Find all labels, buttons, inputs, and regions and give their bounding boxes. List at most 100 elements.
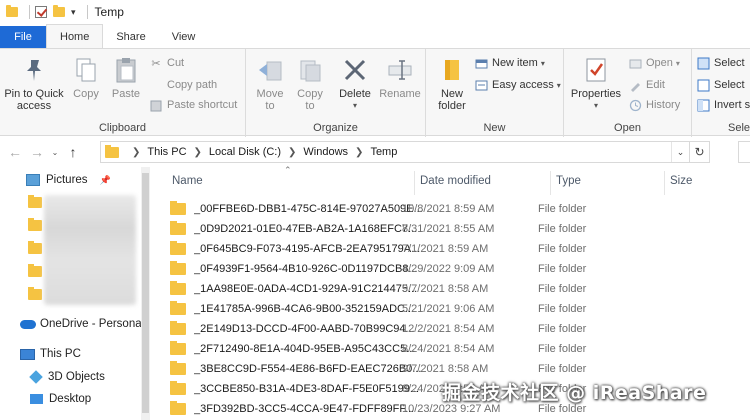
nav-item-3d-objects[interactable]: 3D Objects bbox=[29, 367, 105, 387]
chevron-right-icon[interactable]: ❯ bbox=[194, 147, 202, 158]
nav-item-folder[interactable] bbox=[28, 238, 42, 258]
column-header-type[interactable]: Type bbox=[556, 171, 581, 191]
copy-to-icon bbox=[295, 55, 325, 85]
back-arrow-icon[interactable]: ← bbox=[4, 144, 26, 160]
forward-arrow-icon[interactable]: → bbox=[26, 144, 48, 160]
nav-pictures-label: Pictures bbox=[46, 174, 88, 186]
new-folder-button[interactable]: New folder bbox=[434, 55, 470, 112]
file-row[interactable]: _3BE8CC9D-F554-4E86-B6FD-EAEC726B0... 9/… bbox=[170, 359, 730, 379]
scissors-icon: ✂ bbox=[151, 57, 161, 70]
nav-item-folder[interactable] bbox=[28, 284, 42, 304]
file-row[interactable]: _0F645BC9-F073-4195-AFCB-2EA795179A... 7… bbox=[170, 239, 730, 259]
nav-item-folder[interactable] bbox=[28, 192, 42, 212]
file-row[interactable]: _1AA98E0E-0ADA-4CD1-929A-91C214475... 9/… bbox=[170, 279, 730, 299]
customize-quick-access-dropdown[interactable]: ▾ bbox=[71, 7, 76, 18]
nav-item-this-pc[interactable]: This PC bbox=[20, 344, 81, 364]
chevron-right-icon[interactable]: ❯ bbox=[288, 147, 296, 158]
search-box[interactable] bbox=[738, 141, 750, 163]
breadcrumb-local-disk[interactable]: Local Disk (C:) bbox=[209, 146, 281, 158]
folder-icon bbox=[170, 321, 186, 335]
file-date: 5/21/2021 9:06 AM bbox=[402, 303, 495, 315]
paste-shortcut-button[interactable]: Paste shortcut bbox=[149, 96, 237, 114]
file-date: 7/1/2021 8:59 AM bbox=[402, 243, 489, 255]
nav-pane-scrollbar-thumb[interactable] bbox=[142, 173, 149, 413]
refresh-icon[interactable]: ↻ bbox=[689, 142, 709, 162]
breadcrumb-this-pc[interactable]: This PC bbox=[147, 146, 186, 158]
nav-item-desktop[interactable]: Desktop bbox=[30, 389, 91, 409]
chevron-right-icon[interactable]: ❯ bbox=[355, 147, 363, 158]
folder-icon bbox=[170, 221, 186, 235]
tab-home[interactable]: Home bbox=[46, 24, 104, 48]
tab-share[interactable]: Share bbox=[103, 26, 158, 48]
organize-group-label: Organize bbox=[313, 122, 358, 134]
copy-path-button[interactable]: Copy path bbox=[149, 76, 217, 94]
nav-item-pictures[interactable]: Pictures 📌 bbox=[26, 170, 111, 190]
move-to-button[interactable]: Move to bbox=[252, 55, 288, 112]
tab-view[interactable]: View bbox=[159, 26, 209, 48]
file-row[interactable]: _2F712490-8E1A-404D-95EB-A95C43CC5... 8/… bbox=[170, 339, 730, 359]
tab-file[interactable]: File bbox=[0, 26, 46, 48]
file-type: File folder bbox=[538, 223, 587, 235]
easy-access-button[interactable]: Easy access ▾ bbox=[474, 76, 561, 94]
column-header-size[interactable]: Size bbox=[670, 171, 692, 191]
copy-to-button[interactable]: Copy to bbox=[292, 55, 328, 112]
clipboard-group: Pin to Quick access Copy Paste ✂ Cut Cop… bbox=[0, 49, 246, 137]
file-row[interactable]: _0F4939F1-9564-4B10-926C-0D1197DCB8... 4… bbox=[170, 259, 730, 279]
breadcrumb-windows[interactable]: Windows bbox=[303, 146, 348, 158]
select-none-button[interactable]: Select bbox=[696, 76, 745, 94]
column-divider[interactable] bbox=[550, 171, 551, 195]
pin-to-quick-access-button[interactable]: Pin to Quick access bbox=[2, 55, 66, 112]
nav-item-onedrive[interactable]: OneDrive - Persona bbox=[20, 314, 142, 334]
rename-button[interactable]: Rename bbox=[378, 55, 422, 100]
delete-button[interactable]: Delete ▾ bbox=[338, 55, 372, 112]
easy-access-label: Easy access bbox=[492, 79, 554, 91]
file-row[interactable]: _2E149D13-DCCD-4F00-AABD-70B99C94... 12/… bbox=[170, 319, 730, 339]
column-divider[interactable] bbox=[414, 171, 415, 195]
history-button[interactable]: History bbox=[628, 96, 680, 114]
edit-button[interactable]: Edit bbox=[628, 76, 665, 94]
open-button[interactable]: Open ▾ bbox=[628, 54, 680, 72]
easy-access-dropdown-icon[interactable]: ▾ bbox=[557, 81, 561, 90]
delete-dropdown-arrow-icon[interactable]: ▾ bbox=[353, 100, 357, 112]
column-header-date-modified[interactable]: Date modified bbox=[420, 171, 491, 191]
folder-icon bbox=[105, 144, 119, 158]
folder-icon[interactable] bbox=[6, 5, 18, 17]
file-name: _0F645BC9-F073-4195-AFCB-2EA795179A... bbox=[194, 243, 421, 255]
new-item-button[interactable]: New item ▾ bbox=[474, 54, 545, 72]
open-dropdown-icon[interactable]: ▾ bbox=[676, 59, 680, 68]
properties-button[interactable]: Properties ▾ bbox=[568, 55, 624, 112]
file-date: 8/31/2021 8:55 AM bbox=[402, 223, 495, 235]
chevron-right-icon[interactable]: ❯ bbox=[132, 147, 140, 158]
nav-pane-scrollbar[interactable] bbox=[141, 167, 150, 420]
select-group: Select Select Invert s Sele bbox=[692, 49, 750, 137]
column-divider[interactable] bbox=[664, 171, 665, 195]
properties-dropdown-icon[interactable]: ▾ bbox=[594, 100, 598, 112]
pin-icon[interactable]: 📌 bbox=[100, 175, 111, 186]
address-bar[interactable]: ❯ This PC ❯ Local Disk (C:) ❯ Windows ❯ … bbox=[100, 141, 710, 163]
address-dropdown-icon[interactable]: ⌄ bbox=[671, 142, 689, 162]
properties-check-icon[interactable] bbox=[35, 6, 47, 18]
cut-button[interactable]: ✂ Cut bbox=[149, 54, 184, 72]
window-title: Temp bbox=[94, 5, 124, 19]
select-all-icon bbox=[696, 56, 710, 70]
copy-button[interactable]: Copy bbox=[68, 55, 104, 100]
file-row[interactable]: _1E41785A-996B-4CA6-9B00-352159ADC... 5/… bbox=[170, 299, 730, 319]
new-item-dropdown-icon[interactable]: ▾ bbox=[541, 59, 545, 68]
file-type: File folder bbox=[538, 263, 587, 275]
file-row[interactable]: _0D9D2021-01E0-47EB-AB2A-1A168EFC7... 8/… bbox=[170, 219, 730, 239]
column-header-name[interactable]: Name bbox=[172, 171, 203, 191]
nav-item-folder[interactable] bbox=[28, 261, 42, 281]
select-all-button[interactable]: Select bbox=[696, 54, 745, 72]
up-arrow-icon[interactable]: ↑ bbox=[62, 144, 84, 160]
history-label: History bbox=[646, 99, 681, 111]
move-to-label: Move to bbox=[256, 88, 284, 112]
invert-selection-button[interactable]: Invert s bbox=[696, 96, 750, 114]
recent-locations-chevron-icon[interactable]: ⌄ bbox=[48, 148, 62, 157]
nav-item-folder[interactable] bbox=[28, 215, 42, 235]
paste-button[interactable]: Paste bbox=[107, 55, 145, 100]
select-all-label: Select bbox=[714, 57, 745, 69]
breadcrumb-temp[interactable]: Temp bbox=[370, 146, 397, 158]
file-row[interactable]: _00FFBE6D-DBB1-475C-814E-97027A509E... 1… bbox=[170, 199, 730, 219]
new-folder-icon[interactable] bbox=[53, 5, 65, 17]
ribbon: Pin to Quick access Copy Paste ✂ Cut Cop… bbox=[0, 48, 750, 137]
